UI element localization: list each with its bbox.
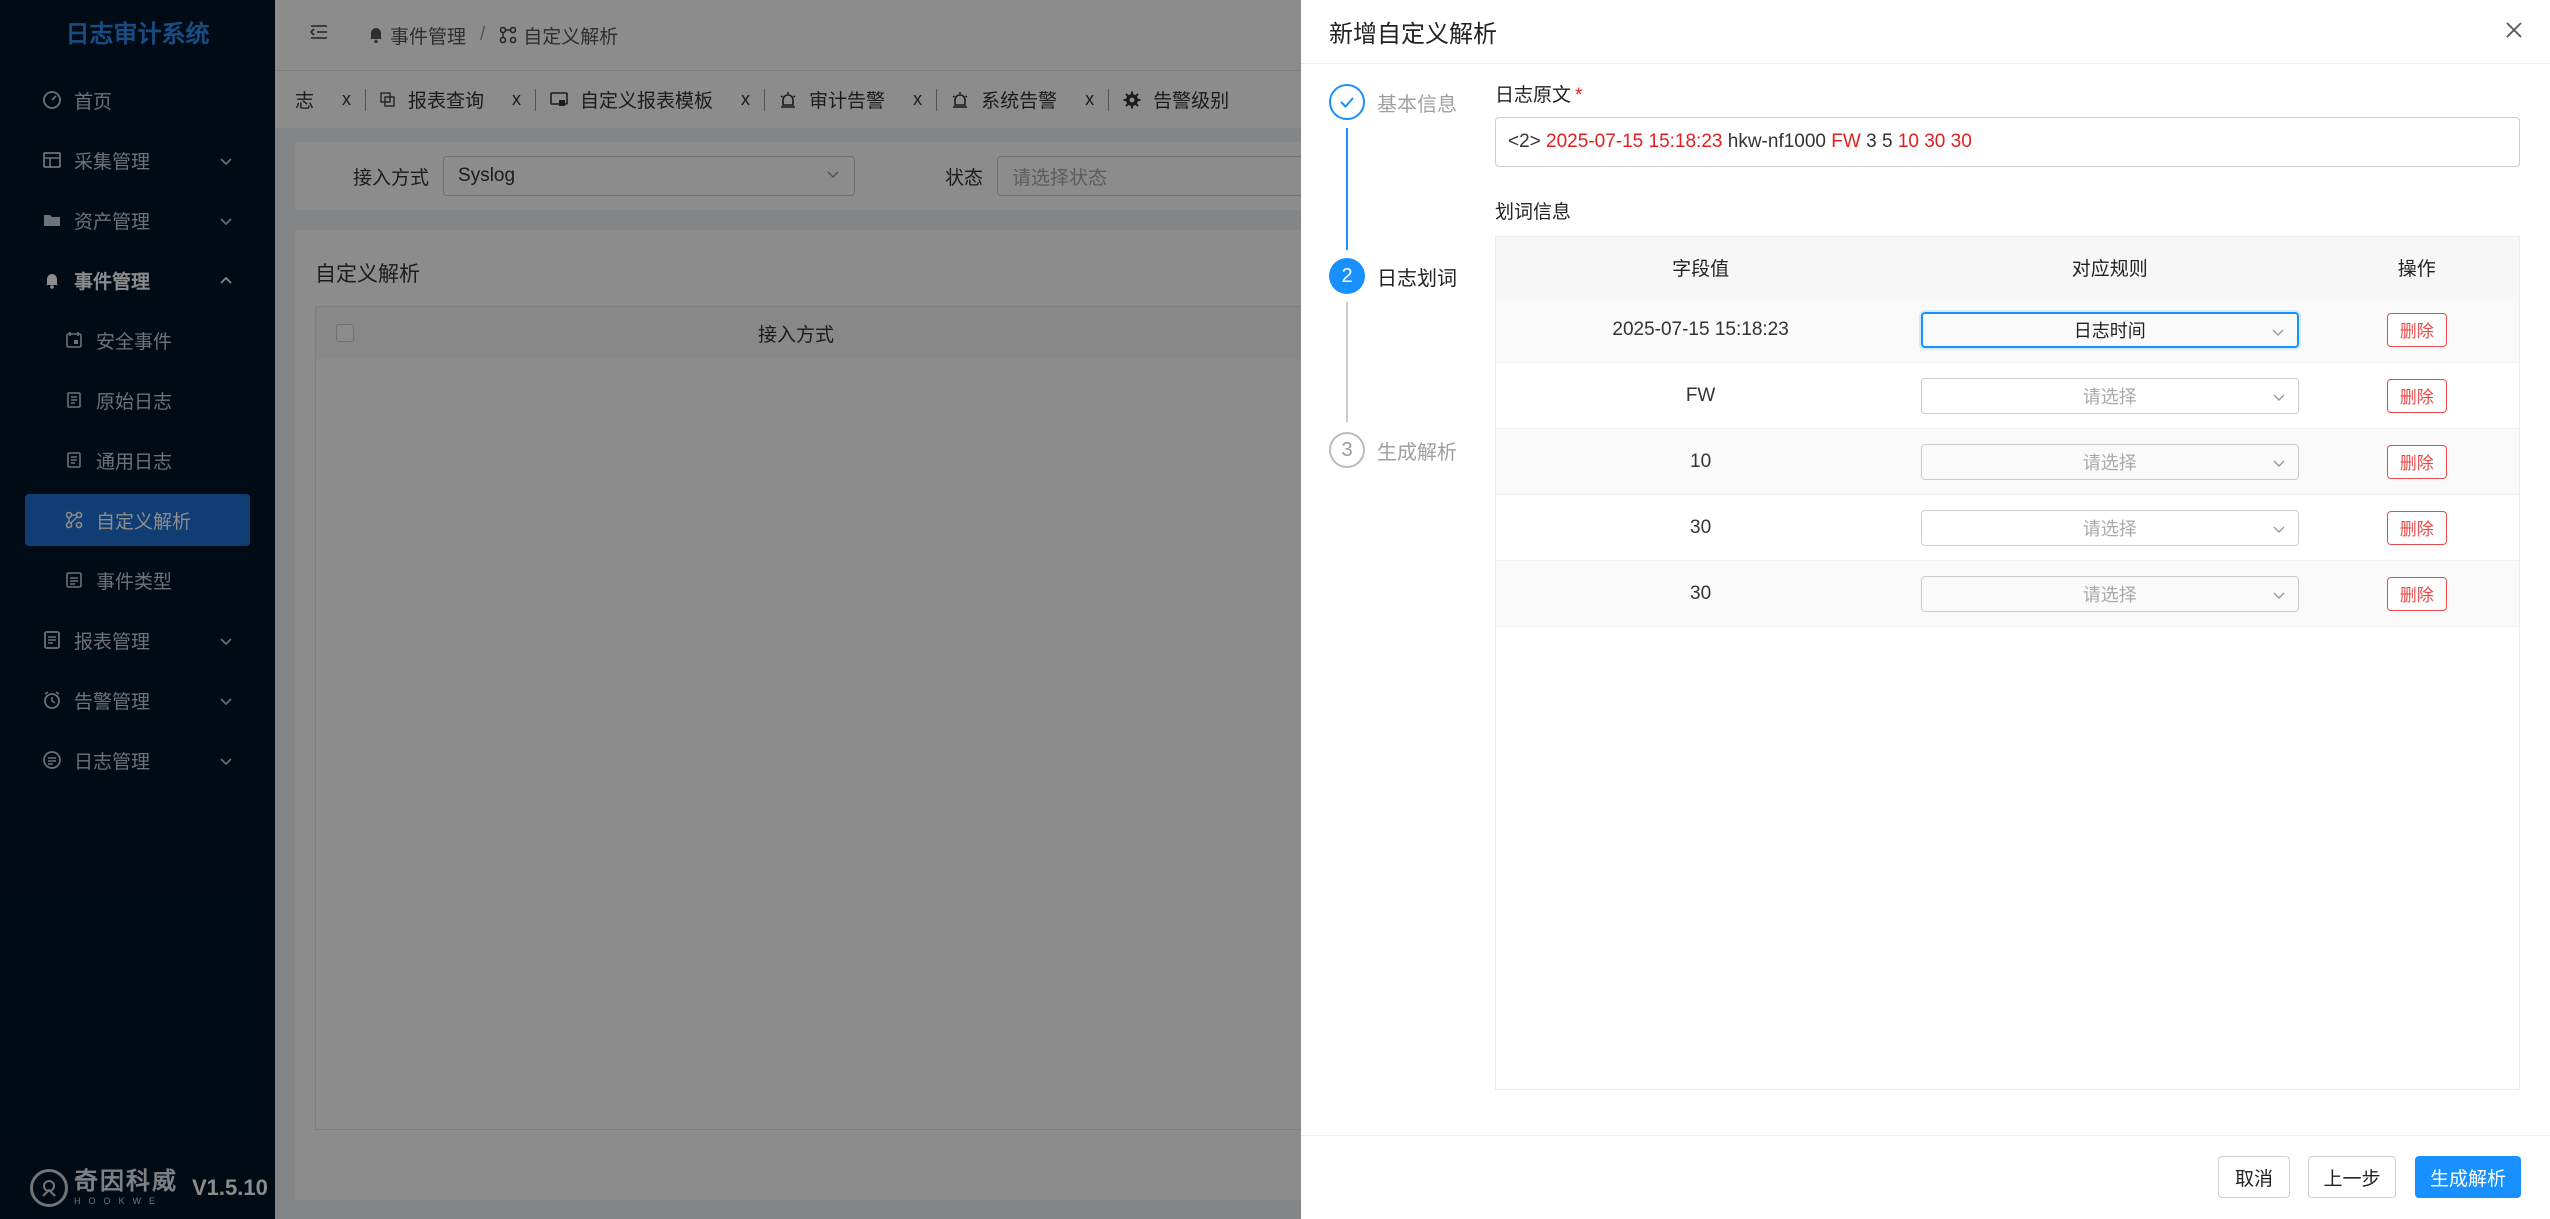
step-log-segmentation: 2 日志划词: [1329, 258, 1489, 294]
table-row: 30 请选择 删除: [1496, 495, 2519, 561]
table-body: 2025-07-15 15:18:23 日志时间 删除 FW 请选择 删除 10…: [1496, 297, 2519, 627]
rule-cell: 请选择: [1905, 443, 2314, 480]
step-label: 生成解析: [1377, 441, 1457, 464]
required-mark: *: [1575, 85, 1583, 106]
cancel-button[interactable]: 取消: [2218, 1156, 2290, 1198]
table-row: 30 请选择 删除: [1496, 561, 2519, 627]
check-icon: [1329, 84, 1365, 120]
step-basic-info: 基本信息: [1329, 84, 1489, 120]
rule-select[interactable]: 请选择: [1920, 377, 2299, 414]
raw-log-label-text: 日志原文: [1495, 85, 1572, 106]
action-cell: 删除: [2314, 444, 2519, 479]
drawer-header: 新增自定义解析: [1301, 0, 2550, 64]
chevron-down-icon: [2272, 388, 2286, 409]
delete-button[interactable]: 删除: [2386, 378, 2447, 413]
column-header-rule: 对应规则: [2071, 258, 2148, 280]
action-cell: 删除: [2314, 378, 2519, 413]
table-row: FW 请选择 删除: [1496, 363, 2519, 429]
column-header-field-value: 字段值: [1672, 258, 1730, 280]
action-cell: 删除: [2314, 510, 2519, 545]
chevron-down-icon: [2272, 520, 2286, 541]
table-row: 10 请选择 删除: [1496, 429, 2519, 495]
delete-button[interactable]: 删除: [2386, 444, 2447, 479]
rule-select-placeholder: 请选择: [2082, 452, 2137, 473]
rule-cell: 请选择: [1905, 377, 2314, 414]
segmentation-form: 日志原文 * <2> 2025-07-15 15:18:23 hkw-nf1000…: [1495, 80, 2520, 1090]
segmentation-info-label: 划词信息: [1495, 202, 1572, 223]
add-custom-parse-drawer: 新增自定义解析 基本信息 2 日志划词 3 生成解析 日志原文 * <2> 202…: [1301, 0, 2550, 1219]
field-value-cell: 30: [1690, 516, 1712, 538]
delete-button[interactable]: 删除: [2386, 576, 2447, 611]
rule-select-placeholder: 请选择: [2082, 386, 2137, 407]
delete-button[interactable]: 删除: [2386, 312, 2447, 347]
previous-step-button[interactable]: 上一步: [2308, 1156, 2396, 1198]
step-number: 3: [1329, 432, 1365, 468]
step-label: 日志划词: [1377, 267, 1457, 290]
raw-log-segment: <2>: [1508, 131, 1547, 152]
raw-log-selected-segment[interactable]: 10 30 30: [1898, 131, 1972, 153]
drawer-footer: 取消 上一步 生成解析: [1301, 1135, 2550, 1219]
raw-log-selected-segment[interactable]: 2025-07-15 15:18:23: [1546, 131, 1722, 153]
chevron-down-icon: [2272, 454, 2286, 475]
step-connector: [1346, 302, 1348, 422]
rule-cell: 请选择: [1905, 575, 2314, 612]
rule-cell: 日志时间: [1905, 311, 2314, 348]
field-value-cell: 10: [1690, 450, 1712, 472]
chevron-down-icon: [2271, 323, 2285, 344]
rule-select[interactable]: 请选择: [1920, 509, 2299, 546]
column-header-action: 操作: [2397, 258, 2436, 280]
raw-log-segment: 3 5: [1860, 131, 1898, 152]
delete-button[interactable]: 删除: [2386, 510, 2447, 545]
generate-parse-button[interactable]: 生成解析: [2415, 1156, 2521, 1198]
step-connector: [1346, 128, 1348, 250]
raw-log-label: 日志原文 *: [1495, 80, 2520, 107]
field-value-cell: 30: [1690, 582, 1712, 604]
rule-select-placeholder: 请选择: [2082, 518, 2137, 539]
action-cell: 删除: [2314, 576, 2519, 611]
rule-select[interactable]: 请选择: [1920, 575, 2299, 612]
field-value-cell: 2025-07-15 15:18:23: [1612, 318, 1789, 340]
action-cell: 删除: [2314, 312, 2519, 347]
chevron-down-icon: [2272, 586, 2286, 607]
segmentation-table: 字段值 对应规则 操作 2025-07-15 15:18:23 日志时间 删除: [1495, 236, 2520, 1090]
rule-select[interactable]: 请选择: [1920, 443, 2299, 480]
raw-log-text[interactable]: <2> 2025-07-15 15:18:23 hkw-nf1000 FW 3 …: [1495, 117, 2520, 167]
rule-select[interactable]: 日志时间: [1920, 311, 2299, 348]
rule-cell: 请选择: [1905, 509, 2314, 546]
step-number: 2: [1329, 258, 1365, 294]
steps: 基本信息 2 日志划词 3 生成解析: [1329, 84, 1489, 468]
table-row: 2025-07-15 15:18:23 日志时间 删除: [1496, 297, 2519, 363]
raw-log-selected-segment[interactable]: FW: [1831, 131, 1861, 153]
raw-log-segment: hkw-nf1000: [1722, 131, 1832, 152]
table-header: 字段值 对应规则 操作: [1496, 237, 2519, 297]
close-icon[interactable]: [2500, 16, 2528, 44]
step-label: 基本信息: [1377, 93, 1457, 116]
rule-select-placeholder: 请选择: [2082, 584, 2137, 605]
step-generate-parse: 3 生成解析: [1329, 432, 1489, 468]
rule-select-value: 日志时间: [2073, 320, 2146, 341]
drawer-title: 新增自定义解析: [1329, 21, 1497, 48]
field-value-cell: FW: [1685, 384, 1716, 406]
